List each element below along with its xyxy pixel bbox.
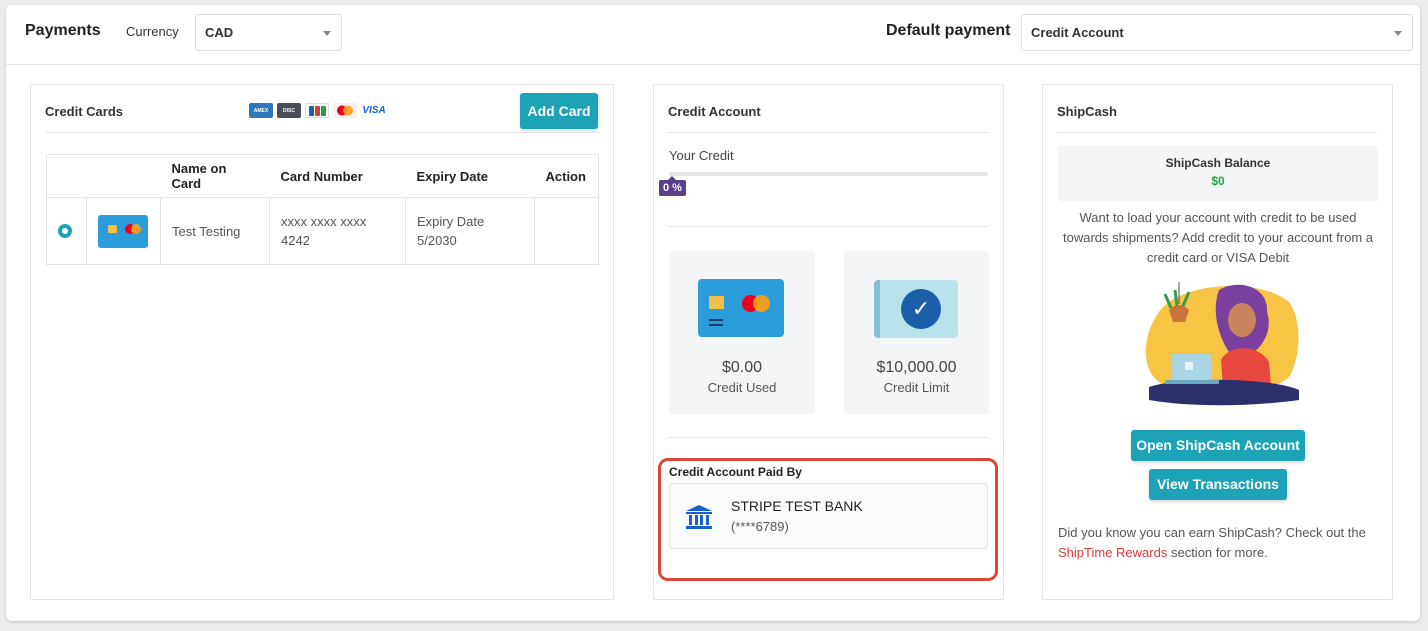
credit-used-value: $0.00 (721, 359, 763, 376)
divider (668, 437, 988, 438)
credit-card-icon (698, 279, 784, 337)
check-badge-icon: ✓ (901, 289, 941, 329)
shipcash-description: Want to load your account with credit to… (1063, 210, 1373, 265)
credit-progress-tag: 0 % (659, 176, 686, 196)
card-select-radio[interactable] (58, 224, 72, 238)
card-icon-cell (86, 197, 161, 265)
payments-page: Payments Currency CAD Default payment Cr… (6, 5, 1420, 621)
shipcash-title: ShipCash (1057, 104, 1117, 119)
shiptime-rewards-link[interactable]: ShipTime Rewards (1058, 545, 1167, 560)
shipcash-balance-box: ShipCash Balance $0 (1058, 146, 1378, 201)
card-brand-logos: AMEX DISC VISA (249, 103, 387, 118)
rewards-note-suffix: section for more. (1170, 545, 1268, 560)
mastercard-circles (337, 105, 353, 116)
verified-card-icon: ✓ (874, 280, 958, 338)
column-header-action: Action (534, 154, 599, 198)
default-payment-label: Default payment (886, 22, 1011, 39)
column-header-select (46, 154, 87, 198)
divider (1057, 132, 1377, 133)
credit-used-box: $0.00 Credit Used (669, 251, 815, 414)
woman-laptop-illustration-icon (1145, 282, 1299, 406)
card-expiry-line1: Expiry Date (417, 214, 485, 229)
table-row: Test Testing xxxx xxxx xxxx 4242 Expiry … (46, 197, 599, 265)
credit-cards-title: Credit Cards (45, 104, 124, 119)
jcb-logo-icon (305, 103, 329, 118)
rewards-note-text: Did you know you can earn ShipCash? Chec… (1058, 525, 1366, 540)
card-expiry-line2: 5/2030 (417, 233, 457, 248)
credit-card-icon (98, 214, 148, 248)
credit-progress-bar (669, 172, 988, 176)
credit-limit-value: $10,000.00 (876, 359, 957, 376)
visa-logo-icon: VISA (362, 105, 386, 116)
credit-used-label: Credit Used (707, 380, 777, 395)
add-card-button[interactable]: Add Card (520, 93, 598, 129)
column-header-number: Card Number (269, 154, 406, 198)
shipcash-balance-value: $0 (1211, 174, 1225, 188)
credit-cards-panel: Credit Cards AMEX DISC VISA Add Card Nam… (30, 84, 614, 600)
shipcash-panel: ShipCash ShipCash Balance $0 Want to loa… (1042, 84, 1393, 600)
credit-account-title: Credit Account (668, 104, 761, 119)
shipcash-balance-title: ShipCash Balance (1165, 156, 1271, 170)
divider (668, 226, 988, 227)
shipcash-rewards-note: Did you know you can earn ShipCash? Chec… (1058, 523, 1383, 563)
card-action-cell (534, 197, 599, 265)
divider (45, 132, 600, 133)
default-payment-select[interactable]: Credit Account (1021, 14, 1413, 51)
card-number-cell: xxxx xxxx xxxx 4242 (269, 197, 406, 265)
currency-label: Currency (126, 24, 179, 39)
card-number-line2: 4242 (281, 233, 310, 248)
paid-by-title: Credit Account Paid By (669, 465, 802, 479)
open-shipcash-account-button[interactable]: Open ShipCash Account (1131, 430, 1305, 461)
column-header-card-icon (86, 154, 161, 198)
view-transactions-button[interactable]: View Transactions (1149, 469, 1287, 500)
discover-logo-icon: DISC (277, 103, 301, 118)
currency-value: CAD (205, 25, 234, 40)
bank-name: STRIPE TEST BANK (731, 498, 863, 514)
table-header-row: Name on Card Card Number Expiry Date Act… (46, 154, 599, 198)
credit-limit-label: Credit Limit (883, 380, 950, 395)
your-credit-label: Your Credit (669, 148, 734, 163)
default-payment-value: Credit Account (1031, 25, 1124, 40)
card-expiry-cell: Expiry Date 5/2030 (405, 197, 535, 265)
column-header-expiry: Expiry Date (405, 154, 535, 198)
column-header-name: Name on Card (160, 154, 270, 198)
bank-account-box[interactable]: STRIPE TEST BANK (****6789) (669, 483, 988, 549)
payments-header: Payments Currency CAD Default payment Cr… (6, 5, 1420, 65)
page-title: Payments (25, 22, 101, 39)
cards-table: Name on Card Card Number Expiry Date Act… (46, 154, 599, 265)
bank-icon (686, 505, 712, 529)
currency-select[interactable]: CAD (195, 14, 342, 51)
card-select-cell (46, 197, 87, 265)
chevron-down-icon (1394, 31, 1402, 36)
card-name: Test Testing (160, 197, 270, 265)
credit-account-panel: Credit Account Your Credit 0 % $0.00 Cre… (653, 84, 1004, 600)
bank-account-number: (****6789) (731, 519, 789, 534)
amex-logo-icon: AMEX (249, 103, 273, 118)
chevron-down-icon (323, 31, 331, 36)
mastercard-logo-icon (333, 103, 357, 118)
divider (668, 132, 988, 133)
credit-limit-box: ✓ $10,000.00 Credit Limit (844, 251, 989, 414)
card-number-line1: xxxx xxxx xxxx (281, 214, 367, 229)
